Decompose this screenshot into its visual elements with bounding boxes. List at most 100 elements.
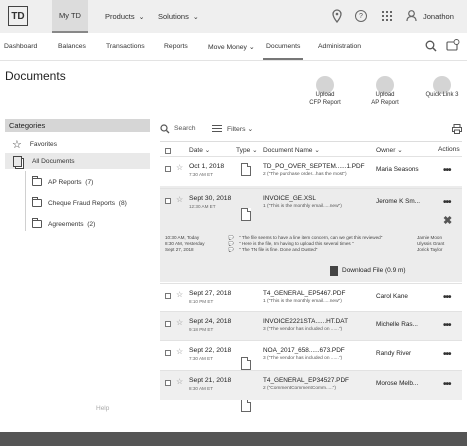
comment-time: 10:30 AM, Today — [165, 235, 200, 240]
subnav-transactions[interactable]: Transactions — [106, 43, 145, 50]
row-checkbox[interactable] — [165, 166, 171, 172]
row-checkbox[interactable] — [165, 293, 171, 299]
filters-dropdown[interactable]: Filters ⌄ — [227, 125, 253, 133]
folder-ap-reports[interactable]: AP Reports (7) — [32, 176, 93, 186]
chevron-down-icon: ⌄ — [247, 126, 254, 133]
print-icon[interactable] — [452, 124, 462, 136]
download-file-link[interactable]: Download File (0.9 m) — [342, 267, 406, 274]
comment-text: " The TN file is fine. Done and Dusted" — [239, 247, 318, 252]
more-actions-icon[interactable]: ••• — [443, 293, 451, 303]
chevron-down-icon: ⌄ — [248, 44, 255, 51]
search-icon[interactable] — [425, 40, 437, 54]
folder-agreements[interactable]: Agreements (2) — [32, 218, 95, 228]
user-name[interactable]: Jonathon — [423, 12, 454, 21]
row-comment-summary[interactable]: 1 ("This is the monthly email.....new") — [263, 299, 342, 304]
apps-grid-icon[interactable] — [382, 11, 392, 23]
subnav-balances[interactable]: Balances — [58, 43, 86, 50]
row-time: 8:30 AM ET — [189, 386, 214, 391]
user-icon[interactable] — [406, 10, 417, 24]
row-date: Oct 1, 2018 — [189, 163, 225, 170]
help-icon[interactable]: ? — [355, 10, 367, 22]
row-date: Sept 21, 2018 — [189, 377, 232, 384]
comment-author: Ulyssis Grant — [417, 241, 445, 246]
more-actions-icon[interactable]: ••• — [443, 198, 451, 208]
folder-label: AP Reports — [48, 178, 82, 186]
column-owner[interactable]: Owner ⌄ — [376, 146, 403, 154]
footer-bar — [0, 432, 467, 446]
category-all-documents[interactable]: All Documents — [13, 156, 75, 167]
table-search-icon[interactable] — [160, 124, 170, 136]
tree-line — [25, 171, 26, 231]
folder-icon — [32, 197, 42, 207]
table-row[interactable] — [160, 283, 462, 311]
star-icon[interactable]: ☆ — [176, 291, 183, 299]
more-actions-icon[interactable]: ••• — [443, 350, 451, 360]
column-document-name[interactable]: Document Name ⌄ — [263, 146, 320, 154]
subnav-administration[interactable]: Administration — [318, 43, 361, 50]
more-actions-icon[interactable]: ••• — [443, 380, 451, 390]
column-owner-label: Owner — [376, 147, 396, 154]
xls-file-icon — [241, 208, 251, 221]
subnav-reports[interactable]: Reports — [164, 43, 188, 50]
column-type[interactable]: Type ⌄ — [236, 146, 258, 154]
row-time: 8:10 PM ET — [189, 299, 214, 304]
comment-time: 8:30 AM, Yesterday — [165, 241, 205, 246]
sort-arrow-icon: ⌄ — [314, 147, 320, 154]
row-document-name[interactable]: T4_GENERAL_EP34527.PDF — [263, 377, 349, 384]
row-date: Sept 30, 2018 — [189, 195, 232, 202]
folder-cheque-fraud[interactable]: Cheque Fraud Reports (8) — [32, 197, 127, 207]
star-icon[interactable]: ☆ — [176, 196, 183, 204]
select-all-checkbox[interactable] — [165, 148, 171, 154]
row-document-name[interactable]: TD_PO_OVER_SEPTEM......1.PDF — [263, 163, 365, 170]
filter-icon[interactable] — [212, 124, 222, 135]
star-icon[interactable]: ☆ — [176, 348, 183, 356]
subnav-dashboard[interactable]: Dashboard — [4, 43, 37, 50]
row-document-name[interactable]: INVOICE_GE.XSL — [263, 195, 316, 202]
comment-time: Sept 27, 2018 — [165, 247, 194, 252]
row-owner: Carol Kane — [376, 293, 408, 300]
column-date[interactable]: Date ⌄ — [189, 146, 210, 154]
location-pin-icon[interactable] — [331, 9, 343, 25]
subnav-move-money[interactable]: Move Money ⌄ — [208, 43, 255, 51]
row-checkbox[interactable] — [165, 350, 171, 356]
row-comment-summary[interactable]: 2 ("CommentCommentComm.....") — [263, 386, 336, 391]
table-search-input[interactable]: Search — [174, 125, 196, 132]
more-actions-icon[interactable]: ••• — [443, 166, 451, 176]
row-owner: Jerome K Sm... — [376, 198, 421, 205]
row-document-name[interactable]: INVOICE2221STA......HT.DAT — [263, 318, 348, 325]
category-all-label: All Documents — [32, 158, 75, 165]
file-download-icon[interactable] — [330, 266, 338, 276]
nav-solutions-label: Solutions — [158, 12, 189, 21]
category-favorites[interactable]: ☆ Favorites — [12, 138, 57, 151]
message-icon[interactable] — [446, 39, 460, 54]
row-checkbox[interactable] — [165, 321, 171, 327]
row-document-name[interactable]: NOA_2017_658......673.PDF — [263, 347, 345, 354]
pdf-file-icon — [241, 163, 251, 176]
help-link[interactable]: Help — [96, 405, 109, 412]
more-actions-icon[interactable]: ••• — [443, 321, 451, 331]
subnav-documents[interactable]: Documents — [266, 43, 300, 50]
row-checkbox[interactable] — [165, 198, 171, 204]
row-comment-summary[interactable]: 1 ("This is the monthly email.....new") — [263, 204, 342, 209]
qa-label-line: Upload — [315, 92, 335, 98]
categories-header: Categories — [5, 119, 150, 132]
row-document-name[interactable]: T4_GENERAL_EP5467.PDF — [263, 290, 345, 297]
star-icon[interactable]: ☆ — [176, 319, 183, 327]
row-checkbox[interactable] — [165, 380, 171, 386]
nav-products[interactable]: Products ⌄ — [105, 12, 144, 21]
star-icon[interactable]: ☆ — [176, 378, 183, 386]
nav-my-td[interactable]: My TD — [52, 0, 88, 33]
nav-solutions[interactable]: Solutions ⌄ — [158, 12, 199, 21]
sort-arrow-icon: ⌄ — [252, 147, 258, 154]
star-icon[interactable]: ☆ — [176, 164, 183, 172]
table-row[interactable] — [160, 340, 462, 370]
row-owner: Morose Melb... — [376, 380, 419, 387]
quick-action-upload-cfp-label: Upload CFP Report — [305, 92, 345, 107]
td-logo[interactable]: TD — [8, 6, 28, 26]
close-icon[interactable]: ✖ — [443, 214, 452, 227]
row-date: Sept 22, 2018 — [189, 347, 232, 354]
row-comment-summary[interactable]: 2 ("The purchase order...has the most") — [263, 172, 347, 177]
qa-label-line: AP Report — [371, 99, 399, 106]
row-comment-summary[interactable]: 3 ("The vendor has included on ......") — [263, 327, 342, 332]
row-comment-summary[interactable]: 3 ("The vendor has included on ......") — [263, 356, 342, 361]
